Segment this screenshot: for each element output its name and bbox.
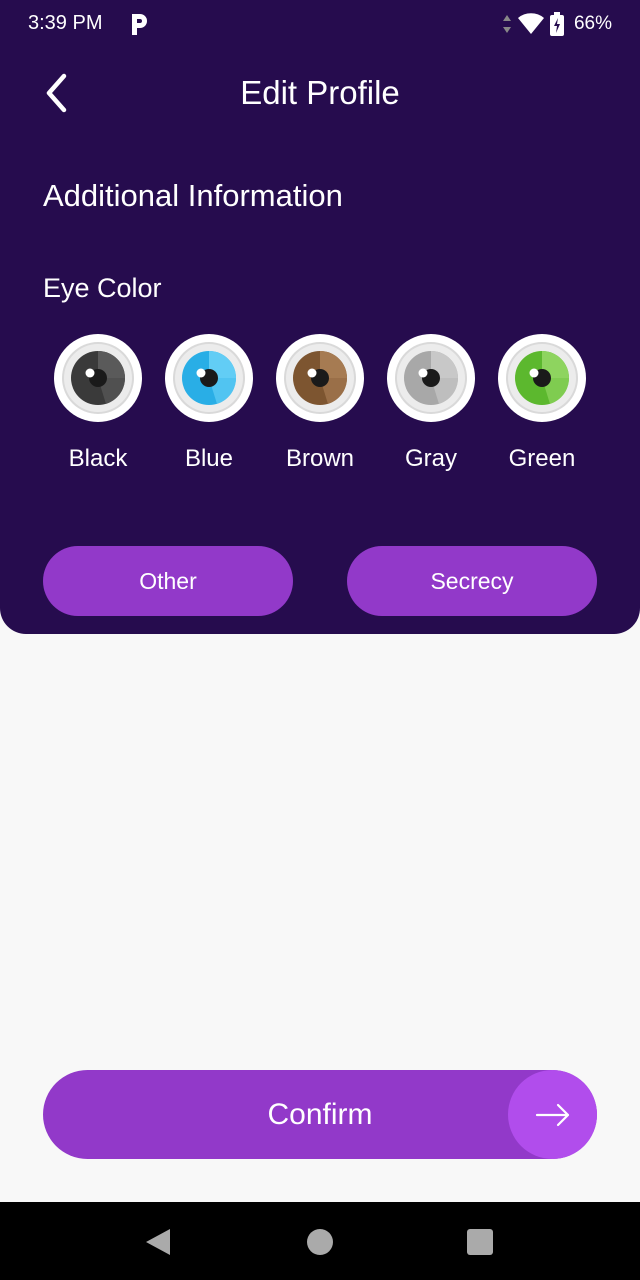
status-bar: 3:39 PM 66% xyxy=(0,0,640,50)
eye-color-label-brown: Brown xyxy=(285,445,355,472)
other-button[interactable]: Other xyxy=(43,546,293,616)
eye-green-icon xyxy=(498,334,586,422)
battery-icon xyxy=(549,12,564,36)
page-title: Edit Profile xyxy=(240,74,400,111)
eye-brown-icon xyxy=(276,334,364,422)
eye-color-label-gray: Gray xyxy=(404,445,457,472)
eye-color-label: Eye Color xyxy=(43,273,162,303)
confirm-arrow-circle[interactable] xyxy=(508,1070,597,1159)
eye-color-option-green[interactable]: Green xyxy=(492,334,592,474)
nav-home-button[interactable] xyxy=(302,1224,338,1260)
eye-color-label-green: Green xyxy=(508,445,576,472)
eye-gray-icon xyxy=(387,334,475,422)
battery-percent: 66% xyxy=(573,13,612,34)
square-recents-icon xyxy=(467,1229,493,1255)
nav-recents-button[interactable] xyxy=(462,1224,498,1260)
section-title: Additional Information xyxy=(43,178,343,213)
status-time: 3:39 PM xyxy=(28,12,103,34)
eye-color-option-black[interactable]: Black xyxy=(48,334,148,474)
confirm-button[interactable]: Confirm xyxy=(43,1070,597,1159)
parking-p-icon xyxy=(132,14,147,35)
eye-color-option-gray[interactable]: Gray xyxy=(381,334,481,474)
arrow-right-icon xyxy=(535,1103,569,1126)
eye-blue-icon xyxy=(165,334,253,422)
status-indicators: 66% xyxy=(502,10,612,38)
wifi-icon xyxy=(517,13,544,34)
secrecy-button[interactable]: Secrecy xyxy=(347,546,597,616)
data-arrows-icon xyxy=(502,15,511,33)
eye-color-option-blue[interactable]: Blue xyxy=(159,334,259,474)
eye-color-option-brown[interactable]: Brown xyxy=(270,334,370,474)
eye-black-icon xyxy=(54,334,142,422)
eye-color-label-blue: Blue xyxy=(184,445,234,472)
system-nav-bar xyxy=(0,1202,640,1280)
triangle-back-icon xyxy=(146,1229,170,1255)
eye-color-label-black: Black xyxy=(68,445,128,472)
circle-home-icon xyxy=(307,1229,333,1255)
nav-back-button[interactable] xyxy=(140,1224,176,1260)
